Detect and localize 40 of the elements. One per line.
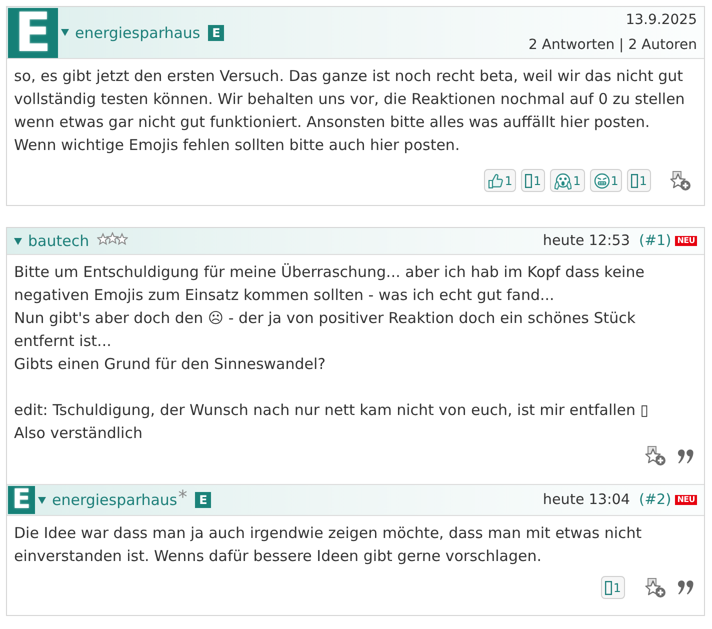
quote-icon[interactable] bbox=[678, 448, 694, 464]
missing-glyph-icon bbox=[605, 580, 612, 594]
post-text: Bitte um Entschuldigung für meine Überraschung... aber ich hab im Kopf dass keine negativen Emojis zum Einsatz kommen sollten - was ich echt gut fand... Nun gibt's aber doch den ☹ - der ja von positiver Reaktion doch ein schönes Stück entfernt ist... Gibts einen Grund für den Sinneswandel? edit: Tschuldigung, der Wunsch nach nur nett kam nicht von euch, ist mir entfallen ▯ Also verständlich bbox=[13, 262, 650, 444]
post-text: so, es gibt jetzt den ersten Versuch. Das ganze ist noch recht beta, weil wir das nicht gut vollständig testen können. Wir behalten uns vor, die Reaktionen nochmal auf 0 zu stellen wenn etwas gar nicht gut funktioniert. Ansonsten bitte alles was auffällt hier posten. Wenn wichtige Emojis fehlen sollten bitte auch hier posten. bbox=[13, 66, 686, 156]
avatar: E bbox=[8, 486, 35, 514]
grimacing-face-icon bbox=[594, 172, 610, 188]
reaction-button[interactable]: 1 bbox=[484, 169, 516, 192]
star-plus-icon[interactable] bbox=[645, 578, 666, 598]
quote-icon[interactable] bbox=[678, 580, 694, 595]
star-plus-icon[interactable] bbox=[645, 446, 666, 466]
post-text: Die Idee war dass man ja auch irgendwie zeigen möchte, dass man mit etwas nicht einverstanden ist. Wenns dafür bessere Ideen gibt gerne vorschlagen. bbox=[13, 523, 643, 567]
post-time: heute 13:04 bbox=[542, 492, 630, 508]
caret-icon[interactable] bbox=[14, 238, 22, 244]
new-badge: NEU bbox=[675, 495, 697, 505]
post-number-link[interactable]: (#2) bbox=[639, 492, 672, 508]
thread-stats: 2 Antworten | 2 Autoren bbox=[528, 36, 697, 55]
reaction-button[interactable]: 1 bbox=[627, 169, 651, 192]
author-link[interactable]: energiesparhaus bbox=[75, 24, 200, 42]
star-plus-icon[interactable] bbox=[670, 170, 691, 190]
reaction-button[interactable]: 1 bbox=[590, 169, 622, 192]
screaming-face-icon bbox=[554, 172, 572, 190]
author-mark: * bbox=[178, 491, 188, 505]
author-link[interactable]: energiesparhaus bbox=[52, 491, 178, 509]
caret-icon[interactable] bbox=[38, 496, 46, 504]
team-badge: E bbox=[195, 492, 212, 508]
reaction-button[interactable]: 1 bbox=[601, 576, 625, 599]
reaction-button[interactable]: 1 bbox=[521, 169, 546, 192]
missing-glyph-icon bbox=[631, 174, 638, 188]
thumbs-up-icon bbox=[488, 172, 504, 188]
author-link[interactable]: bautech bbox=[28, 232, 90, 250]
avatar: E bbox=[8, 8, 58, 58]
team-badge: E bbox=[208, 24, 224, 40]
new-badge: NEU bbox=[675, 236, 697, 246]
rank-stars-icon bbox=[97, 232, 128, 246]
missing-glyph-icon bbox=[525, 174, 532, 188]
post-number-link[interactable]: (#1) bbox=[639, 233, 672, 249]
post-date: 13.9.2025 bbox=[626, 11, 697, 30]
reaction-button[interactable]: 1 bbox=[550, 169, 585, 192]
caret-icon[interactable] bbox=[61, 29, 69, 36]
post-time: heute 12:53 bbox=[542, 233, 630, 249]
